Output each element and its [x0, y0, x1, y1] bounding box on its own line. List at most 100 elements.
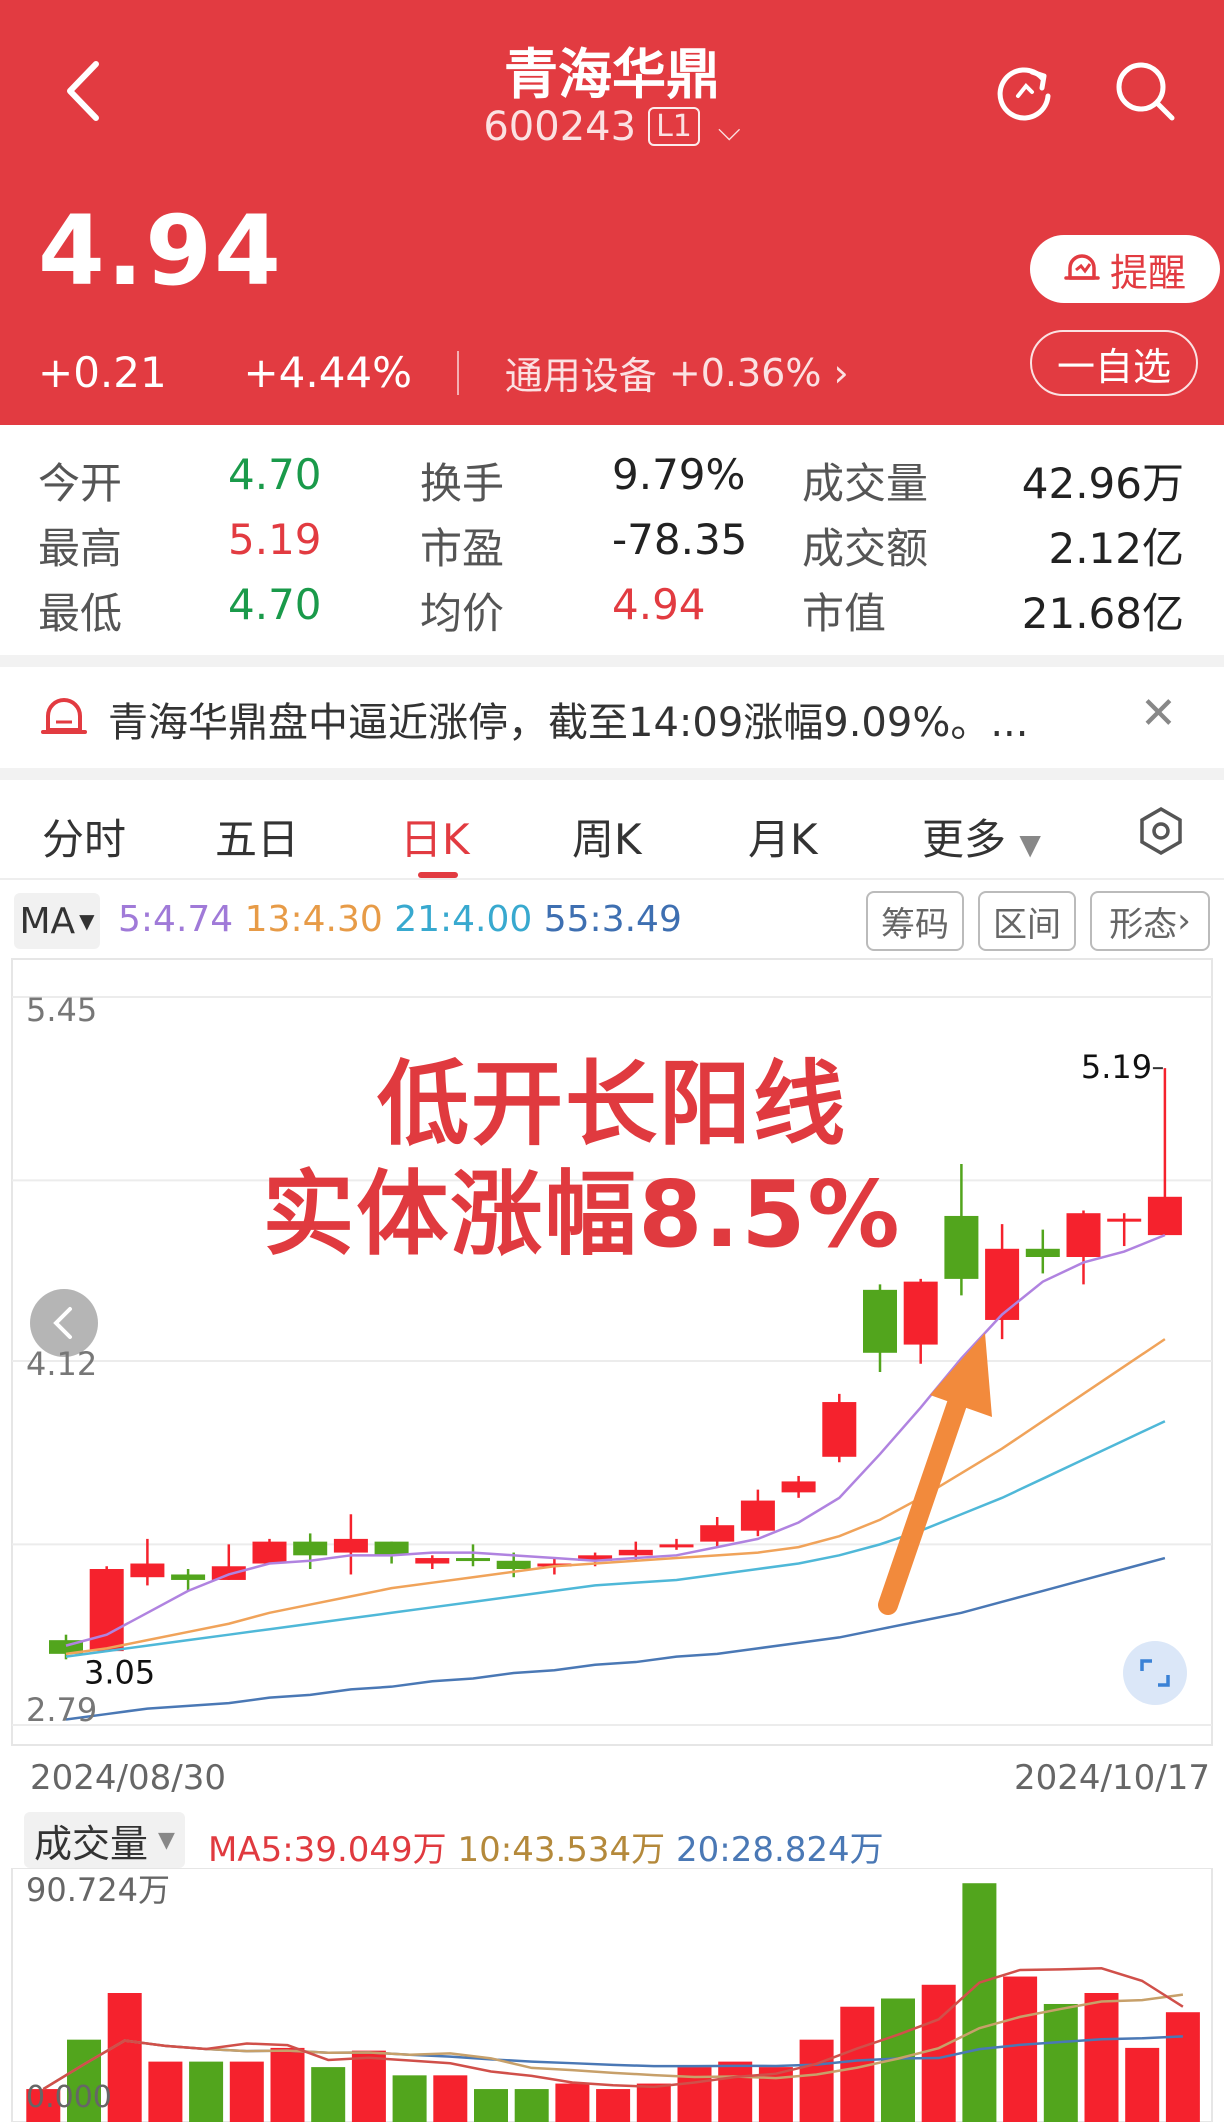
candle-body: [211, 1566, 246, 1580]
volume-selector-label: 成交量: [34, 1821, 149, 1866]
stat-label: 最低: [38, 589, 123, 638]
stat-label: 成交额: [802, 524, 929, 573]
volume-bar: [718, 2061, 753, 2122]
candle-body: [496, 1560, 531, 1569]
news-banner[interactable]: 青海华鼎盘中逼近涨停，截至14:09涨幅9.09%。... ✕: [0, 668, 1224, 768]
ma13-value: 13:4.30: [244, 899, 383, 940]
tab-weekly-k[interactable]: 周K: [572, 806, 642, 867]
candle-body: [333, 1538, 368, 1553]
price-change: +0.21: [38, 348, 167, 397]
volume-bar: [189, 2061, 224, 2122]
candle-body: [822, 1402, 857, 1457]
candle-body: [130, 1563, 165, 1578]
tab-daily-k[interactable]: 日K: [400, 806, 470, 867]
stat-label: 成交量: [802, 459, 929, 508]
annotation-line2: 实体涨幅8.5%: [262, 1161, 902, 1268]
candle-body: [863, 1289, 897, 1353]
volume-ma20: 20:28.824万: [675, 1830, 884, 1870]
volume-bar: [799, 2039, 834, 2122]
stat-value: 4.70: [228, 450, 322, 499]
ma-bar: MA ▼ 5:4.74 13:4.30 21:4.00 55:3.49 筹码 区间…: [0, 885, 1224, 955]
volume-bar: [311, 2067, 346, 2122]
ma-selector[interactable]: MA ▼: [14, 893, 100, 949]
volume-zero-label: 0.000: [26, 2080, 112, 2115]
volume-max-label: 90.724万: [26, 1871, 170, 1909]
close-icon[interactable]: ✕: [1140, 688, 1177, 739]
tab-more-label: 更多: [922, 815, 1007, 864]
volume-ma5: MA5:39.049万: [208, 1830, 447, 1870]
pattern-button[interactable]: 形态 ›: [1090, 891, 1210, 951]
ma21-value: 21:4.00: [394, 899, 533, 940]
volume-bar: 成交量 ▼ MA5:39.049万 10:43.534万 20:28.824万: [0, 1808, 1224, 1871]
volume-ma-values: MA5:39.049万 10:43.534万 20:28.824万: [208, 1822, 884, 1871]
stat-label: 市值: [802, 589, 887, 638]
active-tab-indicator: [418, 872, 458, 878]
ma13-line: [65, 1338, 1166, 1656]
tab-five-day[interactable]: 五日: [215, 806, 299, 867]
y-axis-max-label: 5.45: [26, 991, 97, 1029]
stat-value: 9.79%: [612, 450, 746, 499]
date-start: 2024/08/30: [30, 1758, 226, 1798]
period-tabs: 分时 五日 日K 周K 月K 更多 ▼: [0, 780, 1224, 880]
divider: [0, 655, 1224, 667]
volume-bar: [351, 2050, 386, 2122]
caret-down-icon: ▼: [1019, 828, 1041, 861]
price-change-pct: +4.44%: [243, 348, 413, 397]
tab-monthly-k[interactable]: 月K: [748, 806, 818, 867]
volume-bar: [229, 2061, 264, 2122]
change-row: +0.21 +4.44% 通用设备 +0.36% ›: [38, 345, 849, 400]
stat-value: 4.70: [228, 580, 322, 629]
level-badge: L1: [648, 107, 700, 146]
volume-bar: [555, 2083, 590, 2122]
volume-bar: [1125, 2047, 1160, 2122]
volume-bar: [1043, 2003, 1078, 2122]
industry-change: +0.36%: [668, 350, 822, 395]
tab-intraday[interactable]: 分时: [42, 806, 126, 867]
candle-body: [171, 1574, 206, 1580]
volume-chart[interactable]: [0, 1868, 1224, 2122]
stat-label: 最高: [38, 524, 123, 573]
watchlist-label: 一自选: [1056, 344, 1171, 389]
volume-bar: [1003, 1976, 1038, 2122]
alert-button[interactable]: 提醒: [1030, 235, 1220, 303]
search-icon[interactable]: [1110, 56, 1180, 126]
industry-name: 通用设备: [504, 354, 657, 398]
add-watchlist-button[interactable]: 一自选: [1030, 330, 1198, 396]
volume-bar: [107, 1993, 142, 2122]
volume-bar: [392, 2075, 427, 2122]
stock-header: 青海华鼎 600243 L1 ⌵ 4.94 +0.21 +4.44% 通用设备 +0…: [0, 0, 1224, 425]
stat-value: 4.94: [612, 580, 706, 629]
pattern-label: 形态: [1109, 904, 1178, 945]
stat-label: 换手: [420, 459, 505, 508]
ma5-value: 5:4.74: [118, 899, 234, 940]
tab-more[interactable]: 更多 ▼: [922, 806, 1041, 867]
stat-value: 21.68亿: [1021, 589, 1184, 638]
stat-value: 42.96万: [1021, 459, 1184, 508]
stat-label: 市盈: [420, 524, 505, 573]
ma-values: 5:4.74 13:4.30 21:4.00 55:3.49: [118, 899, 682, 940]
industry-link[interactable]: 通用设备 +0.36% ›: [505, 345, 849, 400]
chips-button[interactable]: 筹码: [866, 891, 964, 951]
current-price: 4.94: [38, 195, 283, 307]
volume-ma10: 10:43.534万: [457, 1830, 666, 1870]
volume-bar: [1165, 2012, 1200, 2122]
annotation-arrow-shaft: [878, 1385, 970, 1615]
volume-selector[interactable]: 成交量 ▼: [24, 1812, 185, 1868]
candle-body: [781, 1481, 816, 1493]
stat-label: 均价: [420, 589, 505, 638]
volume-bar: [636, 2083, 671, 2122]
settings-icon[interactable]: [1136, 806, 1186, 856]
ma-selector-label: MA: [19, 900, 76, 942]
scroll-left-button: [30, 1289, 98, 1357]
candle-body: [456, 1558, 490, 1562]
alert-bell-icon: [41, 698, 87, 734]
divider: [0, 768, 1224, 780]
stat-value: -78.35: [612, 515, 748, 564]
date-end: 2024/10/17: [1014, 1758, 1210, 1798]
candle-body: [415, 1558, 450, 1564]
annotation-arrow-head: [930, 1333, 992, 1417]
caret-down-icon: ▼: [158, 1827, 175, 1853]
candle-body: [903, 1281, 938, 1345]
range-button[interactable]: 区间: [978, 891, 1076, 951]
refresh-icon[interactable]: [990, 56, 1060, 126]
